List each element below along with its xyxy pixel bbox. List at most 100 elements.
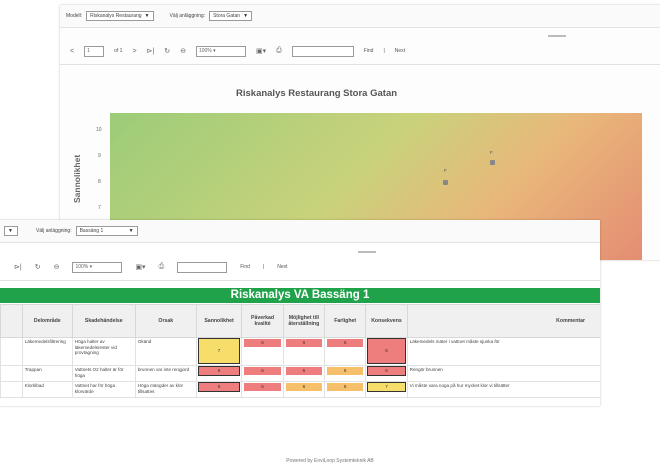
chevron-down-icon: ▼ bbox=[144, 13, 150, 19]
next-page-icon[interactable]: > bbox=[132, 48, 136, 55]
back-report-toolbar: < 1 of 1 > ⊳| ↻ ⊖ 100% ▾ ▣▾ ⎙ Find | Nex… bbox=[60, 38, 660, 65]
zoom-value: 100% bbox=[198, 47, 212, 54]
area-cell: Läkemedelsfiltrering bbox=[21, 337, 73, 366]
cause-cell: brunnen var inte rengjord bbox=[134, 365, 197, 382]
next-link[interactable]: Next bbox=[277, 264, 287, 270]
project-select[interactable]: Riskanalys Restaurang ▼ bbox=[86, 11, 154, 21]
table-row: Trappan Vattnets O2 halter är för höga b… bbox=[0, 365, 600, 382]
splitter-handle[interactable] bbox=[358, 251, 376, 253]
front-filter-bar: ▼ Välj anläggning: Bassäng 1 ▼ bbox=[0, 220, 600, 243]
chevron-down-icon: ▼ bbox=[243, 13, 249, 19]
risk-cell: 6 bbox=[241, 365, 284, 382]
chevron-down-icon: ▼ bbox=[8, 228, 13, 234]
chevron-down-icon: ▼ bbox=[128, 228, 134, 234]
risk-cell: 6 bbox=[324, 337, 367, 366]
consequence-value: 7 bbox=[367, 382, 406, 392]
front-report-toolbar: ⊳| ↻ ⊖ 100% ▾ ▣▾ ⎙ Find | Next bbox=[0, 254, 600, 281]
project-select[interactable]: ▼ bbox=[4, 226, 18, 236]
column-header: Skadehändelse bbox=[71, 304, 136, 338]
find-link[interactable]: Find bbox=[364, 48, 374, 54]
quality-value: 6 bbox=[244, 339, 281, 347]
column-header: Farlighet bbox=[324, 304, 367, 338]
project-label: Modell: bbox=[66, 13, 83, 19]
page-count: of 1 bbox=[114, 48, 123, 54]
next-link[interactable]: Next bbox=[395, 48, 405, 54]
find-separator: | bbox=[383, 48, 385, 54]
facility-select-value: Bassäng 1 bbox=[79, 228, 104, 234]
column-header: Påverkad kvalité bbox=[241, 304, 284, 338]
splitter-handle[interactable] bbox=[548, 35, 566, 37]
recovery-value: 6 bbox=[285, 383, 323, 391]
column-header: Sannolikhet bbox=[195, 304, 243, 338]
row-header-cell bbox=[0, 365, 23, 382]
probability-value: 7 bbox=[197, 338, 241, 364]
row-header-cell bbox=[0, 381, 23, 398]
table-row: Klorklbad Vattnet har för höga klorvärde… bbox=[0, 381, 600, 398]
quality-value: 5 bbox=[244, 383, 281, 391]
zoom-select[interactable]: 100% ▾ bbox=[195, 45, 246, 57]
risk-cell: 6 bbox=[282, 365, 326, 382]
area-cell: Klorklbad bbox=[21, 381, 73, 398]
row-header-cell bbox=[0, 304, 23, 338]
event-cell: Vattnets O2 halter är för höga bbox=[71, 365, 136, 382]
data-point bbox=[443, 180, 448, 185]
probability-value: 5 bbox=[197, 382, 241, 392]
column-header: Orsak bbox=[134, 304, 197, 338]
data-point bbox=[490, 160, 495, 165]
back-icon[interactable]: ⊖ bbox=[54, 263, 60, 271]
find-input[interactable] bbox=[177, 261, 228, 273]
risk-cell: 7 bbox=[195, 337, 243, 366]
consequence-value: 6 bbox=[367, 366, 406, 376]
chart-title: Riskanalys Restaurang Stora Gatan bbox=[236, 88, 398, 99]
last-page-icon[interactable]: ⊳| bbox=[14, 263, 22, 271]
comment-cell: Rengör brunnen bbox=[406, 365, 600, 382]
back-icon[interactable]: ⊖ bbox=[180, 47, 186, 55]
page-number-input[interactable]: 1 bbox=[84, 45, 105, 57]
risk-cell: 5 bbox=[241, 381, 284, 398]
danger-value: 6 bbox=[327, 367, 364, 375]
report-title-banner: Riskanalys VA Bassäng 1 bbox=[0, 288, 600, 303]
previous-page-icon[interactable]: < bbox=[70, 48, 74, 55]
risk-cell: 6 bbox=[195, 365, 243, 382]
last-page-icon[interactable]: ⊳| bbox=[147, 47, 155, 55]
print-icon[interactable]: ⎙ bbox=[276, 47, 282, 55]
facility-select[interactable]: Bassäng 1 ▼ bbox=[75, 226, 138, 236]
area-cell: Trappan bbox=[21, 365, 73, 382]
recovery-value: 6 bbox=[285, 339, 323, 347]
facility-select[interactable]: Stora Gatan ▼ bbox=[209, 11, 253, 21]
export-icon[interactable]: ▣▾ bbox=[135, 263, 145, 271]
risk-cell: 6 bbox=[282, 381, 326, 398]
find-link[interactable]: Find bbox=[240, 264, 250, 270]
risk-cell: 6 bbox=[324, 365, 367, 382]
risk-cell: 6 bbox=[241, 337, 284, 366]
column-header: Delområde bbox=[21, 304, 73, 338]
front-report-window: ▼ Välj anläggning: Bassäng 1 ▼ ⊳| ↻ ⊖ 100… bbox=[0, 220, 600, 406]
facility-label: Välj anläggning: bbox=[169, 13, 206, 19]
y-tick-label: 8 bbox=[98, 179, 101, 185]
refresh-icon[interactable]: ↻ bbox=[164, 47, 170, 55]
find-separator: | bbox=[262, 264, 265, 270]
y-tick-label: 9 bbox=[98, 153, 101, 159]
event-cell: Vattnet har för höga klorvärde bbox=[71, 381, 136, 398]
find-input[interactable] bbox=[291, 45, 354, 57]
quality-value: 6 bbox=[244, 367, 281, 375]
chart-y-axis-label: Sannolikhet bbox=[72, 154, 82, 203]
y-tick-label: 7 bbox=[98, 205, 101, 211]
column-header: Kommentar bbox=[406, 304, 600, 338]
zoom-select[interactable]: 100% ▾ bbox=[72, 261, 123, 273]
comment-cell: Vi måste vara noga på hur mycket klor vi… bbox=[406, 381, 600, 398]
zoom-value: 100% bbox=[75, 263, 89, 270]
probability-value: 6 bbox=[197, 366, 241, 376]
export-icon[interactable]: ▣▾ bbox=[256, 47, 266, 55]
risk-table: Delområde Skadehändelse Orsak Sannolikhe… bbox=[0, 304, 600, 398]
print-icon[interactable]: ⎙ bbox=[159, 263, 165, 271]
risk-cell: 6 bbox=[324, 381, 367, 398]
danger-value: 6 bbox=[327, 339, 364, 347]
footer-powered-by: Powered by EnviLoop Systemteknik AB bbox=[286, 458, 374, 464]
project-select-value: Riskanalys Restaurang bbox=[90, 13, 142, 19]
comment-cell: Läkemedels mäter i vattnet måste sjunka … bbox=[406, 337, 600, 366]
y-tick-label: 10 bbox=[96, 127, 102, 133]
cause-cell: Höga mängder av klor tillsattes bbox=[134, 381, 197, 398]
refresh-icon[interactable]: ↻ bbox=[35, 263, 41, 271]
risk-cell: 6 bbox=[365, 337, 408, 366]
